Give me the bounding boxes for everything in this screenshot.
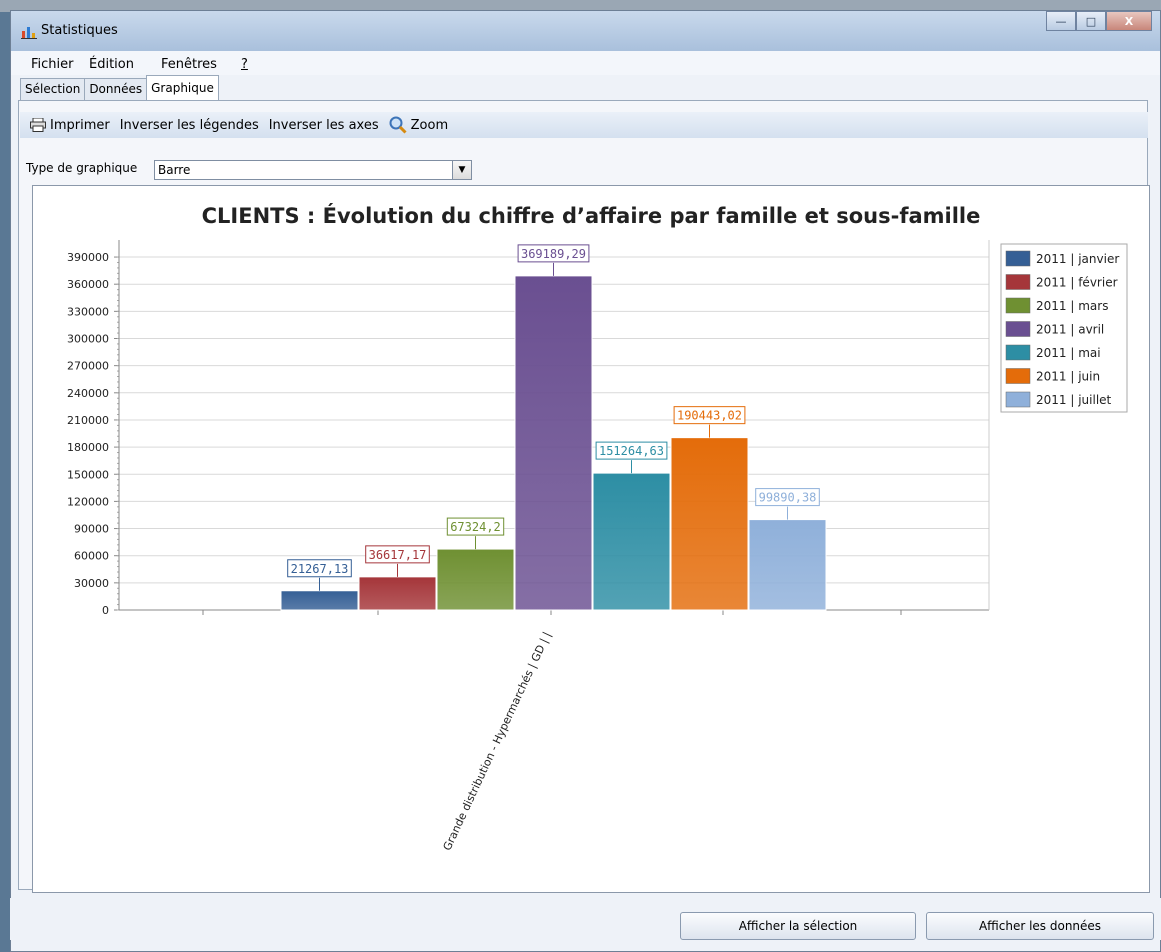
printer-icon	[30, 118, 46, 132]
legend-swatch	[1005, 344, 1031, 361]
bar-rect	[358, 576, 437, 611]
tab-donnees[interactable]: Données	[84, 78, 148, 100]
menu-bar: Fichier Édition Fenêtres ?	[11, 51, 1160, 75]
y-tick-label: 360000	[67, 278, 109, 291]
y-tick-label: 210000	[67, 414, 109, 427]
tab-selection[interactable]: Sélection	[20, 78, 86, 100]
bar-rect	[514, 275, 593, 611]
zoom-label: Zoom	[410, 117, 449, 133]
bar-rect	[436, 548, 515, 611]
legend-swatch	[1005, 391, 1031, 408]
bar-rect	[748, 519, 827, 611]
show-data-button[interactable]: Afficher les données	[926, 912, 1154, 940]
data-label: 151264,63	[599, 444, 664, 458]
menu-windows[interactable]: Fenêtres	[161, 57, 217, 72]
chart-toolbar: Imprimer Inverser les légendes Inverser …	[20, 112, 1148, 138]
minimize-button[interactable]: —	[1046, 11, 1076, 31]
legend-label: 2011 | juillet	[1036, 393, 1112, 407]
y-tick-label: 240000	[67, 387, 109, 400]
chevron-down-icon[interactable]: ▼	[452, 161, 471, 179]
legend-label: 2011 | mai	[1036, 346, 1101, 360]
show-selection-button[interactable]: Afficher la sélection	[680, 912, 916, 940]
title-bar: Statistiques — □ X	[11, 11, 1160, 52]
bar-4: 151264,63	[592, 441, 671, 611]
bar-chart: CLIENTS : Évolution du chiffre d’affaire…	[67, 203, 1128, 853]
data-label: 36617,17	[369, 548, 427, 562]
data-label: 99890,38	[759, 491, 817, 505]
data-label: 369189,29	[521, 247, 586, 261]
y-tick-label: 150000	[67, 468, 109, 481]
close-button[interactable]: X	[1106, 11, 1152, 31]
y-tick-label: 270000	[67, 360, 109, 373]
bar-1: 36617,17	[358, 545, 437, 611]
y-tick-label: 0	[102, 604, 109, 617]
bar-2: 67324,2	[436, 517, 515, 611]
y-tick-label: 330000	[67, 305, 109, 318]
maximize-button[interactable]: □	[1076, 11, 1106, 31]
legend-swatch	[1005, 368, 1031, 384]
legend-label: 2011 | juin	[1036, 370, 1100, 384]
y-tick-label: 30000	[74, 577, 109, 590]
window-title: Statistiques	[41, 23, 118, 38]
legend-label: 2011 | janvier	[1036, 252, 1119, 266]
legend-swatch	[1005, 250, 1031, 267]
bar-rect	[280, 590, 359, 611]
bar-rect	[670, 437, 749, 611]
magnifier-icon	[389, 116, 407, 134]
legend-label: 2011 | mars	[1036, 299, 1108, 313]
invert-axes-button[interactable]: Inverser les axes	[269, 118, 379, 133]
data-label: 67324,2	[450, 520, 501, 534]
chart-type-label: Type de graphique	[26, 161, 138, 175]
legend-label: 2011 | avril	[1036, 323, 1104, 337]
tab-graphique[interactable]: Graphique	[146, 75, 219, 102]
bar-3: 369189,29	[514, 244, 593, 611]
print-button[interactable]: Imprimer	[30, 118, 110, 133]
print-label: Imprimer	[50, 117, 110, 133]
invert-legends-button[interactable]: Inverser les légendes	[120, 118, 259, 133]
chart-title: CLIENTS : Évolution du chiffre d’affaire…	[202, 203, 981, 228]
bar-rect	[592, 472, 671, 611]
bar-6: 99890,38	[748, 488, 827, 611]
bar-5: 190443,02	[670, 406, 749, 611]
legend-swatch	[1005, 297, 1031, 314]
bar-0: 21267,13	[280, 559, 359, 611]
chart-app-icon	[21, 27, 37, 39]
y-tick-label: 60000	[74, 550, 109, 563]
tab-strip: Sélection Données Graphique	[20, 75, 219, 102]
chart-type-value: Barre	[158, 163, 191, 177]
menu-edit[interactable]: Édition	[89, 57, 134, 72]
menu-help[interactable]: ?	[241, 57, 248, 72]
legend-swatch	[1005, 321, 1031, 337]
invert-axes-label: Inverser les axes	[268, 117, 379, 133]
legend-label: 2011 | février	[1036, 276, 1118, 290]
chart-area: CLIENTS : Évolution du chiffre d’affaire…	[32, 185, 1150, 893]
zoom-button[interactable]: Zoom	[389, 116, 448, 134]
y-tick-label: 120000	[67, 495, 109, 508]
invert-legends-label: Inverser les légendes	[119, 117, 259, 133]
legend-swatch	[1005, 274, 1031, 290]
x-category-label: Grande distribution - Hypermarchés | GD …	[441, 630, 554, 853]
y-tick-label: 90000	[74, 523, 109, 536]
menu-file[interactable]: Fichier	[31, 57, 74, 72]
y-tick-label: 390000	[67, 251, 109, 264]
data-label: 190443,02	[677, 409, 742, 423]
y-tick-label: 300000	[67, 333, 109, 346]
y-tick-label: 180000	[67, 441, 109, 454]
data-label: 21267,13	[291, 562, 349, 576]
chart-type-select[interactable]: Barre ▼	[154, 160, 472, 180]
